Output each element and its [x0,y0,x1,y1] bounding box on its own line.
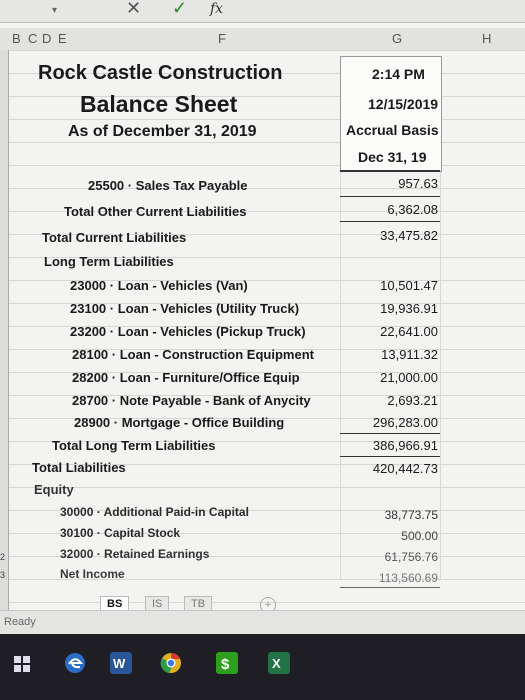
row-header-strip: 2 3 [0,50,9,610]
subtotal-rule [340,587,440,588]
status-text: Ready [4,616,36,628]
formula-bar: ✕ ✓ fx ▾ [0,0,525,23]
row-value[interactable]: 2,693.21 [348,393,438,408]
company-name: Rock Castle Construction [38,62,283,84]
edge-icon[interactable] [64,652,86,674]
report-date: 12/15/2019 [368,96,439,112]
quickbooks-icon[interactable]: $ [216,652,238,674]
windows-start-icon[interactable] [14,656,30,672]
chrome-icon[interactable] [160,652,182,674]
function-icon[interactable]: fx [210,1,223,17]
row-label[interactable]: 23100 · Loan - Vehicles (Utility Truck) [70,301,299,316]
column-header-d[interactable]: D [42,31,51,46]
row-value[interactable]: 500.00 [348,529,438,543]
row-label[interactable]: Total Liabilities [32,460,126,475]
column-header-e[interactable]: E [58,31,67,46]
column-header-g[interactable]: G [392,31,402,46]
row-number[interactable]: 3 [0,570,5,580]
subtotal-rule [340,196,440,197]
row-value[interactable]: 10,501.47 [348,278,438,293]
excel-window: ✕ ✓ fx ▾ B C D E F G H 2 3 Rock Castle C… [0,0,525,700]
svg-text:X: X [272,656,281,671]
column-header-f[interactable]: F [218,31,226,46]
row-label[interactable]: 28200 · Loan - Furniture/Office Equip [72,370,300,385]
row-label[interactable]: 23200 · Loan - Vehicles (Pickup Truck) [70,324,306,339]
row-label[interactable]: 28900 · Mortgage - Office Building [74,415,284,430]
column-header-bar: B C D E F G H [0,28,525,51]
cancel-icon[interactable]: ✕ [126,0,141,19]
row-value[interactable]: 19,936.91 [348,301,438,316]
photo: ✕ ✓ fx ▾ B C D E F G H 2 3 Rock Castle C… [0,0,525,700]
row-label[interactable]: Total Other Current Liabilities [64,204,247,219]
report-date-range: As of December 31, 2019 [68,123,257,140]
row-value[interactable]: 957.63 [348,176,438,191]
word-icon[interactable]: W [110,652,132,674]
svg-text:W: W [113,656,126,671]
row-value[interactable]: 420,442.73 [348,461,438,476]
row-value[interactable]: 296,283.00 [348,415,438,430]
row-label[interactable]: 28100 · Loan - Construction Equipment [72,347,314,362]
row-value[interactable]: 6,362.08 [348,202,438,217]
subtotal-rule [340,456,440,457]
row-value[interactable]: 21,000.00 [348,370,438,385]
row-value[interactable]: 33,475.82 [348,228,438,243]
section-heading[interactable]: Equity [34,482,74,497]
section-heading[interactable]: Long Term Liabilities [44,254,174,269]
namebox-dropdown-icon[interactable]: ▾ [52,5,57,16]
row-value[interactable]: 38,773.75 [348,508,438,522]
column-header-c[interactable]: C [28,31,37,46]
row-label[interactable]: 30000 · Additional Paid-in Capital [60,505,249,519]
row-label[interactable]: 25500 · Sales Tax Payable [88,178,247,193]
row-value[interactable]: 61,756.76 [348,550,438,564]
taskbar: W $ X [0,634,525,700]
column-header-b[interactable]: B [12,31,21,46]
excel-icon[interactable]: X [268,652,290,674]
row-label[interactable]: Total Long Term Liabilities [52,438,215,453]
row-label[interactable]: Net Income [60,567,125,581]
status-bar: Ready [0,610,525,635]
row-value[interactable]: 386,966.91 [348,438,438,453]
report-time: 2:14 PM [372,66,425,82]
row-label[interactable]: 23000 · Loan - Vehicles (Van) [70,278,248,293]
column-header-h[interactable]: H [482,31,491,46]
row-label[interactable]: 32000 · Retained Earnings [60,547,209,561]
subtotal-rule [340,221,440,222]
subtotal-rule [340,433,440,434]
row-label[interactable]: Total Current Liabilities [42,230,186,245]
enter-icon[interactable]: ✓ [172,0,187,19]
row-label[interactable]: 30100 · Capital Stock [60,526,180,540]
report-title: Balance Sheet [80,91,238,117]
report-basis: Accrual Basis [346,122,439,138]
row-value[interactable]: 113,560.69 [348,571,438,585]
column-divider [440,140,441,580]
header-rule [340,170,440,172]
row-value[interactable]: 13,911.32 [348,347,438,362]
column-divider [340,140,341,580]
svg-text:$: $ [221,656,230,673]
column-period-header: Dec 31, 19 [358,149,427,165]
row-number[interactable]: 2 [0,552,5,562]
row-value[interactable]: 22,641.00 [348,324,438,339]
row-label[interactable]: 28700 · Note Payable - Bank of Anycity [72,393,311,408]
